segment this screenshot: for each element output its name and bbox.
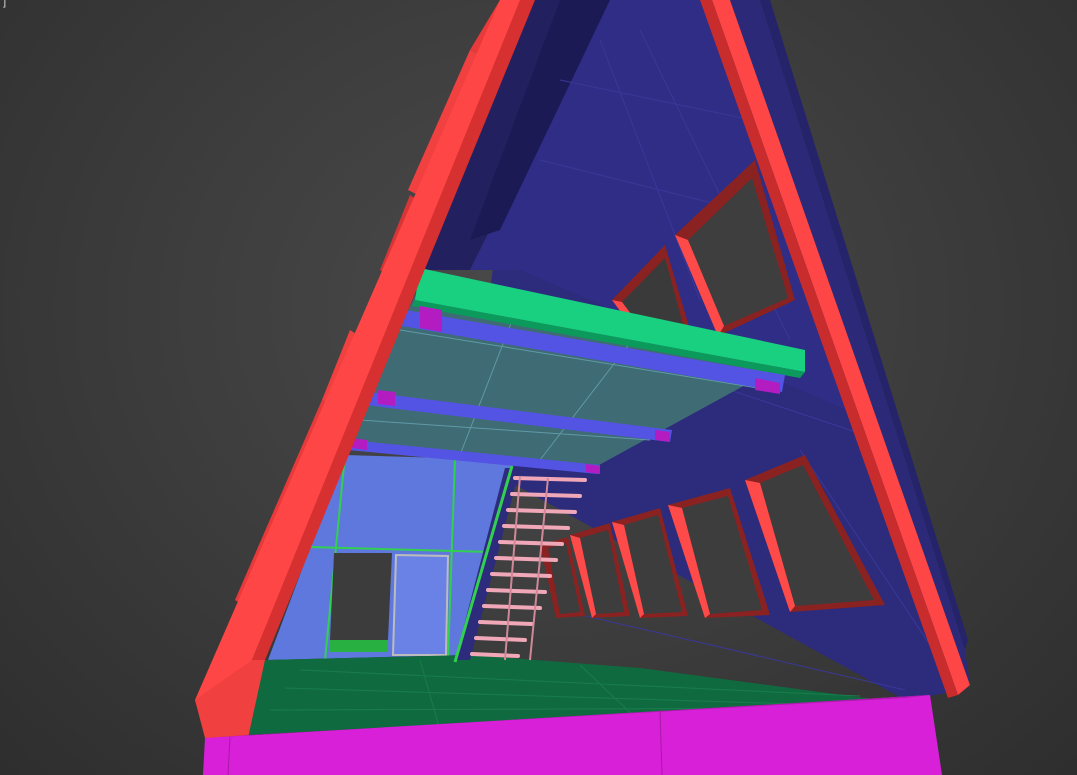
viewport-corner-mark: ] [2, 0, 7, 9]
a-frame-cabin-model [195, 0, 970, 775]
3d-viewport[interactable]: ] [0, 0, 1077, 775]
